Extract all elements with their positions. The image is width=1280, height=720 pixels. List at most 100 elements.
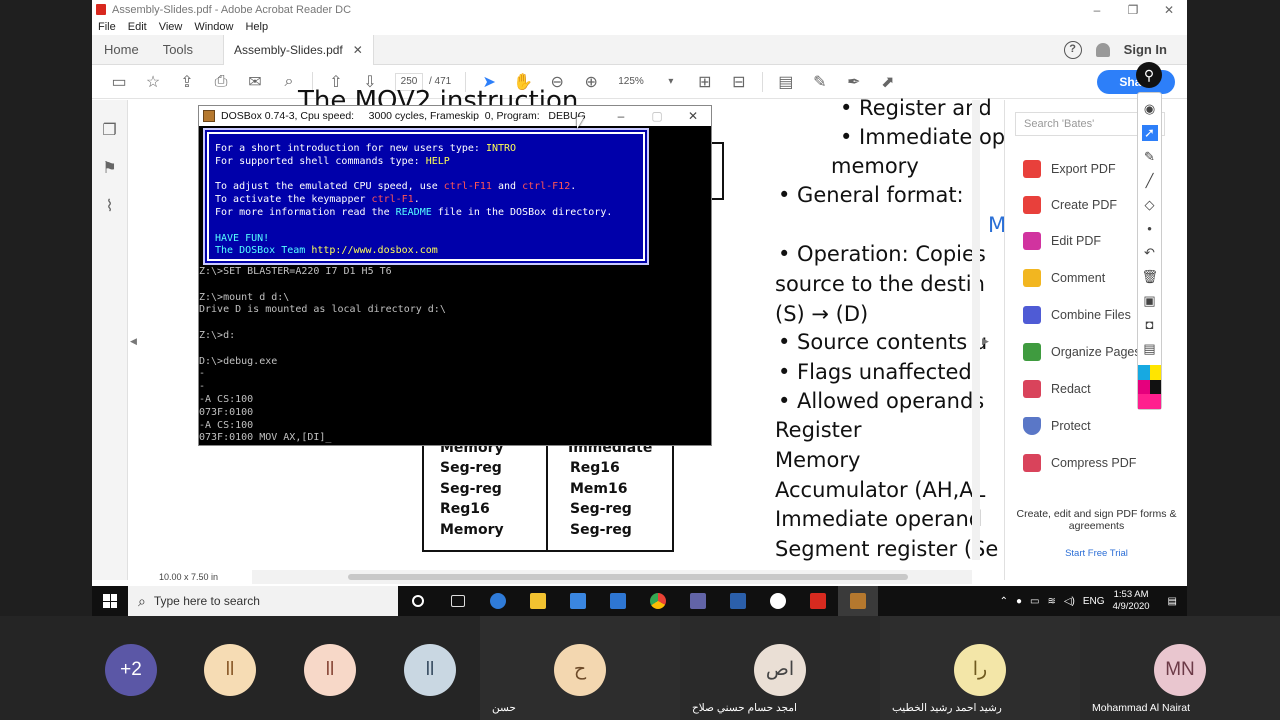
- minimize-icon[interactable]: –: [1079, 3, 1115, 17]
- start-free-trial-link[interactable]: Start Free Trial: [1005, 548, 1187, 559]
- mail-icon[interactable]: ✉: [244, 71, 266, 93]
- menu-help[interactable]: Help: [245, 21, 268, 33]
- taskbar-app-task-view[interactable]: [438, 586, 478, 616]
- attachment-icon[interactable]: ⌇: [101, 196, 119, 215]
- tool-export-pdf[interactable]: Export PDF: [1023, 160, 1116, 178]
- fit-page-icon[interactable]: ⊞: [694, 71, 716, 93]
- participant-tile[interactable]: اص امجد حسام حسني صلاح: [680, 616, 880, 720]
- avatar[interactable]: ll: [404, 644, 456, 696]
- scroll-mode-icon[interactable]: ⊟: [728, 71, 750, 93]
- taskbar-app-cortana[interactable]: [398, 586, 438, 616]
- scrollbar-thumb[interactable]: [348, 574, 908, 580]
- wifi-icon[interactable]: ≋: [1047, 596, 1055, 607]
- bookmark-icon[interactable]: ⚑: [101, 158, 119, 177]
- taskbar-app-maps[interactable]: [758, 586, 798, 616]
- bookmark-star-icon[interactable]: ☆: [142, 71, 164, 93]
- participant-tile[interactable]: را رشيد احمد رشيد الخطيب: [880, 616, 1080, 720]
- taskbar-app-file-explorer[interactable]: [518, 586, 558, 616]
- close-icon[interactable]: ✕: [1151, 3, 1187, 17]
- tool-protect[interactable]: Protect: [1023, 417, 1091, 435]
- color-palette[interactable]: [1138, 365, 1161, 409]
- tool-create-pdf[interactable]: Create PDF: [1023, 196, 1117, 214]
- eraser-icon[interactable]: ◇: [1142, 197, 1158, 213]
- comment-icon[interactable]: ▤: [775, 71, 797, 93]
- notifications-icon[interactable]: ▤: [1168, 596, 1177, 607]
- sign-pen-icon[interactable]: ✒: [843, 71, 865, 93]
- menu-view[interactable]: View: [159, 21, 183, 33]
- trash-icon[interactable]: 🗑: [1142, 269, 1159, 285]
- avatar[interactable]: ll: [204, 644, 256, 696]
- tool-redact[interactable]: Redact: [1023, 380, 1091, 398]
- pen-icon[interactable]: ✎: [1142, 149, 1158, 165]
- taskbar-app-edge[interactable]: [478, 586, 518, 616]
- zoom-search-icon[interactable]: ⌕: [278, 71, 300, 93]
- eye-icon[interactable]: ◉: [1142, 101, 1158, 117]
- menu-edit[interactable]: Edit: [128, 21, 147, 33]
- pen-location-icon[interactable]: ⚲: [1136, 62, 1162, 88]
- volume-icon[interactable]: ◁): [1064, 596, 1075, 607]
- dot-icon[interactable]: •: [1142, 221, 1158, 237]
- taskbar-app-store[interactable]: [558, 586, 598, 616]
- highlight-pen-icon[interactable]: ✎: [809, 71, 831, 93]
- sign-in-button[interactable]: Sign In: [1124, 42, 1167, 57]
- camera-icon[interactable]: ◘: [1142, 317, 1158, 333]
- fill-sign-icon[interactable]: ⬈: [877, 71, 899, 93]
- tab-document[interactable]: Assembly-Slides.pdf ✕: [223, 34, 374, 65]
- whiteboard-icon[interactable]: ▣: [1142, 293, 1158, 309]
- start-button[interactable]: [92, 586, 128, 616]
- clipboard-icon[interactable]: ▤: [1142, 341, 1158, 357]
- taskbar-app-acrobat[interactable]: [798, 586, 838, 616]
- chevron-up-icon[interactable]: ⌃: [1000, 596, 1008, 607]
- horizontal-scrollbar[interactable]: [252, 570, 972, 584]
- tool-organize-pages[interactable]: Organize Pages: [1023, 343, 1141, 361]
- avatar[interactable]: ll: [304, 644, 356, 696]
- tool-label: Create PDF: [1051, 198, 1117, 212]
- participant-tile[interactable]: ح حسن: [480, 616, 680, 720]
- avatar[interactable]: +2: [105, 644, 157, 696]
- chevron-down-icon[interactable]: ▾: [660, 71, 682, 93]
- bell-icon[interactable]: [1095, 42, 1110, 57]
- battery-icon[interactable]: ▭: [1030, 596, 1039, 607]
- line-icon[interactable]: ╱: [1142, 173, 1158, 189]
- zoom-select[interactable]: 125%: [618, 76, 644, 87]
- save-icon[interactable]: ▭: [108, 71, 130, 93]
- menu-window[interactable]: Window: [194, 21, 233, 33]
- language-indicator[interactable]: ENG: [1083, 596, 1105, 607]
- dosbox-titlebar[interactable]: DOSBox 0.74-3, Cpu speed: 3000 cycles, F…: [199, 106, 711, 126]
- taskbar-app-mail[interactable]: [598, 586, 638, 616]
- pages-thumbnail-icon[interactable]: ❐: [101, 120, 119, 139]
- tool-compress-pdf[interactable]: Compress PDF: [1023, 454, 1136, 472]
- dosbox-minimize-icon[interactable]: –: [603, 109, 639, 123]
- help-icon[interactable]: ?: [1063, 40, 1082, 59]
- dosbox-maximize-icon[interactable]: ▢: [639, 109, 675, 123]
- close-tab-icon[interactable]: ✕: [353, 35, 363, 65]
- taskbar-app-teams[interactable]: [678, 586, 718, 616]
- dosbox-window[interactable]: DOSBox 0.74-3, Cpu speed: 3000 cycles, F…: [198, 105, 712, 446]
- dos-console[interactable]: Z:\>SET BLASTER=A220 I7 D1 H5 T6 Z:\>mou…: [199, 266, 446, 445]
- taskbar-app-dosbox[interactable]: [838, 586, 878, 616]
- participant-overflow[interactable]: +2 ll ll ll: [0, 616, 480, 720]
- dosbox-close-icon[interactable]: ✕: [675, 109, 711, 123]
- restore-icon[interactable]: ❐: [1115, 3, 1151, 17]
- pointer-icon[interactable]: ➚: [1141, 125, 1158, 141]
- taskbar-app-word[interactable]: [718, 586, 758, 616]
- zoom-in-icon[interactable]: ⊕: [580, 71, 602, 93]
- tab-home[interactable]: Home: [92, 35, 151, 65]
- tool-comment[interactable]: Comment: [1023, 269, 1105, 287]
- clock[interactable]: 1:53 AM 4/9/2020: [1113, 589, 1150, 613]
- undo-icon[interactable]: ↶: [1142, 245, 1158, 261]
- scroll-right-arrow-icon[interactable]: ▶: [982, 336, 989, 347]
- tool-edit-pdf[interactable]: Edit PDF: [1023, 232, 1101, 250]
- taskbar-search-input[interactable]: ⌕ Type here to search: [128, 586, 398, 616]
- participant-tile[interactable]: MN Mohammad Al Nairat: [1080, 616, 1280, 720]
- scroll-left-arrow-icon[interactable]: ◀: [130, 336, 137, 347]
- upload-icon[interactable]: ⇪: [176, 71, 198, 93]
- taskbar-app-chrome[interactable]: [638, 586, 678, 616]
- menu-file[interactable]: File: [98, 21, 116, 33]
- microphone-icon[interactable]: ●: [1016, 596, 1022, 607]
- vertical-scrollbar[interactable]: [972, 100, 980, 560]
- tool-combine-files[interactable]: Combine Files: [1023, 306, 1131, 324]
- tab-tools[interactable]: Tools: [151, 35, 205, 65]
- print-icon[interactable]: ⎙: [210, 71, 232, 93]
- search-icon: ⌕: [138, 592, 146, 609]
